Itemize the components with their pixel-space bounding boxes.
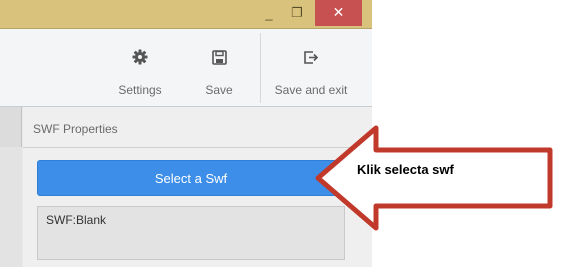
save-and-exit-label: Save and exit	[274, 83, 348, 97]
gear-icon	[129, 46, 151, 68]
toolbar: Settings Save Save and exit	[0, 29, 372, 107]
annotation-arrow	[315, 125, 553, 231]
restore-icon: ❐	[291, 5, 303, 20]
left-panel	[0, 107, 22, 267]
select-swf-button[interactable]: Select a Swf	[37, 160, 345, 196]
save-button[interactable]: Save	[196, 29, 242, 107]
close-icon: ✕	[332, 5, 345, 21]
save-and-exit-button[interactable]: Save and exit	[261, 29, 361, 107]
panel-title: SWF Properties	[33, 122, 118, 136]
swf-value-box: SWF:Blank	[37, 206, 345, 260]
minimize-icon: _	[265, 5, 273, 21]
exit-icon	[300, 46, 322, 68]
settings-label: Settings	[118, 83, 162, 97]
settings-button[interactable]: Settings	[110, 29, 170, 107]
left-panel-strip	[0, 147, 22, 267]
minimize-button[interactable]: _	[256, 0, 282, 26]
maximize-button[interactable]: ❐	[284, 0, 310, 26]
title-bar: _ ❐ ✕	[0, 0, 372, 29]
annotation-text: Klik selecta swf	[357, 162, 454, 177]
floppy-disk-icon	[208, 46, 230, 68]
close-button[interactable]: ✕	[315, 0, 362, 26]
swf-value: SWF:Blank	[46, 213, 107, 227]
save-label: Save	[205, 83, 233, 97]
